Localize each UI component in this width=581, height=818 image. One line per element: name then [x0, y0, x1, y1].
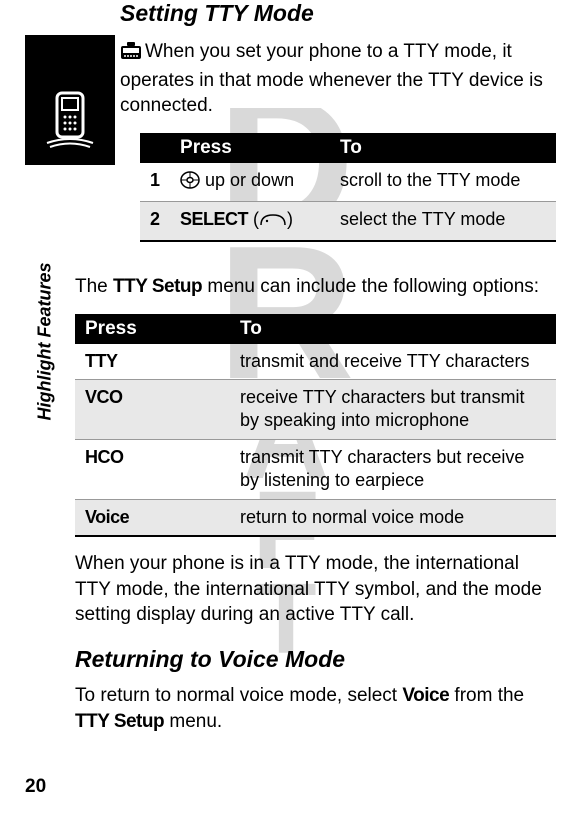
- page-number: 20: [25, 776, 46, 798]
- tty-setup-label: TTY Setup: [113, 276, 202, 297]
- step-num: 1: [140, 163, 170, 202]
- option-to: transmit TTY characters but receive by l…: [230, 439, 556, 499]
- option-to: transmit and receive TTY characters: [230, 344, 556, 380]
- option-press: TTY: [75, 344, 230, 380]
- tty-icon: [120, 42, 142, 68]
- softkey-icon: [259, 210, 287, 233]
- table1-header-blank: [140, 133, 170, 163]
- step-press-text: up or down: [200, 170, 294, 190]
- step-press: SELECT (): [170, 202, 330, 241]
- heading-returning-voice: Returning to Voice Mode: [75, 646, 556, 673]
- step-num: 2: [140, 202, 170, 241]
- table-row: HCO transmit TTY characters but receive …: [75, 439, 556, 499]
- voice-label: Voice: [402, 685, 449, 706]
- steps-table: Press To 1 up or down scroll to the TTY …: [140, 133, 556, 242]
- sidebar-tab: Highlight Features: [25, 190, 45, 470]
- return-paragraph: To return to normal voice mode, select V…: [75, 683, 556, 734]
- step-to: scroll to the TTY mode: [330, 163, 556, 202]
- option-press: Voice: [75, 499, 230, 536]
- table1-header-press: Press: [170, 133, 330, 163]
- step-press: up or down: [170, 163, 330, 202]
- sidebar-label: Highlight Features: [35, 241, 56, 421]
- mid-paragraph: The TTY Setup menu can include the follo…: [75, 274, 556, 300]
- option-press: HCO: [75, 439, 230, 499]
- table-row: VCO receive TTY characters but transmit …: [75, 380, 556, 440]
- table-row: 1 up or down scroll to the TTY mode: [140, 163, 556, 202]
- select-label: SELECT: [180, 209, 248, 229]
- table-row: Voice return to normal voice mode: [75, 499, 556, 536]
- intro-text: When you set your phone to a TTY mode, i…: [120, 41, 543, 116]
- option-to: return to normal voice mode: [230, 499, 556, 536]
- option-press: VCO: [75, 380, 230, 440]
- phone-icon: [35, 85, 105, 155]
- table2-header-to: To: [230, 314, 556, 344]
- intro-paragraph: When you set your phone to a TTY mode, i…: [120, 39, 556, 119]
- option-to: receive TTY characters but transmit by s…: [230, 380, 556, 440]
- options-table: Press To TTY transmit and receive TTY ch…: [75, 314, 556, 537]
- nav-key-icon: [180, 171, 200, 195]
- after-paragraph: When your phone is in a TTY mode, the in…: [75, 551, 556, 628]
- section-icon-block: [25, 35, 115, 165]
- table1-header-to: To: [330, 133, 556, 163]
- tty-setup-label: TTY Setup: [75, 711, 164, 732]
- table-row: 2 SELECT () select the TTY mode: [140, 202, 556, 241]
- step-to: select the TTY mode: [330, 202, 556, 241]
- table2-header-press: Press: [75, 314, 230, 344]
- heading-setting-tty: Setting TTY Mode: [120, 0, 556, 27]
- table-row: TTY transmit and receive TTY characters: [75, 344, 556, 380]
